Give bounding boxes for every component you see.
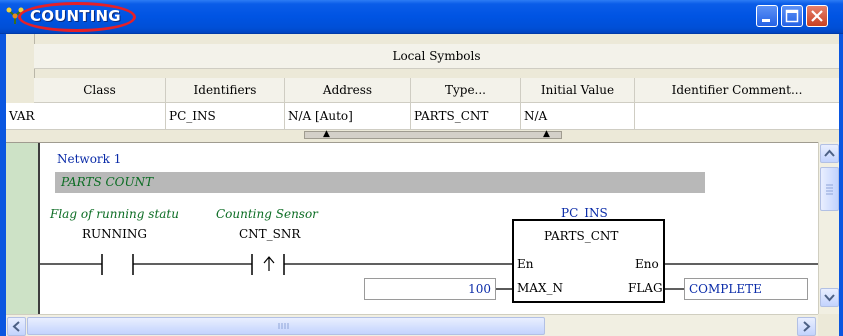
local-symbols-panel: Local Symbols Class Identifiers Address … (6, 34, 839, 142)
chevron-down-icon (824, 294, 835, 302)
cell-address[interactable]: N/A [Auto] (285, 103, 411, 129)
cell-identifier[interactable]: PC_INS (166, 103, 285, 129)
maximize-icon (785, 9, 799, 23)
max-n-value: 100 (468, 282, 491, 296)
vertical-scroll-thumb[interactable] (820, 167, 839, 211)
rising-edge-icon (263, 256, 275, 271)
table-row[interactable]: VAR PC_INS N/A [Auto] PARTS_CNT N/A (6, 103, 839, 130)
close-button[interactable] (806, 5, 828, 27)
flag-output-var: COMPLETE (689, 282, 762, 296)
vertical-scrollbar[interactable] (818, 142, 840, 314)
max-n-input-box[interactable]: 100 (364, 278, 496, 300)
minimize-button[interactable] (756, 5, 778, 27)
counting-app-icon (6, 7, 24, 24)
chevron-left-icon (12, 321, 20, 332)
scroll-left-button[interactable] (7, 317, 26, 336)
fb-instance-name[interactable]: PC_INS (561, 206, 608, 220)
window-frame-right (839, 34, 843, 336)
table-header-row: Class Identifiers Address Type... Initia… (34, 78, 839, 103)
column-header-identifier-comment[interactable]: Identifier Comment... (635, 78, 839, 102)
ladder-editor[interactable]: Network 1 PARTS COUNT Flag of running st… (6, 142, 818, 315)
window-title: COUNTING (30, 7, 121, 25)
local-symbols-title: Local Symbols (34, 44, 839, 69)
cell-class[interactable]: VAR (6, 103, 166, 129)
function-block-parts-cnt[interactable]: PARTS_CNT En Eno MAX_N FLAG (512, 219, 665, 303)
expand-up-icon[interactable]: ▲ (543, 129, 550, 139)
column-header-address[interactable]: Address (285, 78, 411, 102)
collapse-up-icon[interactable]: ▲ (323, 129, 330, 139)
column-header-initial-value[interactable]: Initial Value (521, 78, 635, 102)
column-header-type[interactable]: Type... (411, 78, 521, 102)
horizontal-scrollbar[interactable] (6, 314, 818, 336)
column-header-identifiers[interactable]: Identifiers (166, 78, 285, 102)
grip-icon (278, 323, 289, 329)
counting-window: COUNTING Local Symbols Class Identifiers… (0, 0, 843, 336)
column-header-class[interactable]: Class (34, 78, 166, 102)
fb-pin-eno: Eno (635, 257, 659, 271)
chevron-right-icon (803, 321, 811, 332)
scroll-down-button[interactable] (820, 288, 839, 307)
panel-splitter[interactable]: ▲ ▲ (304, 129, 562, 139)
chevron-up-icon (824, 149, 835, 157)
horizontal-scroll-thumb[interactable] (27, 317, 545, 335)
maximize-button[interactable] (781, 5, 803, 27)
cell-type[interactable]: PARTS_CNT (411, 103, 521, 129)
scroll-up-button[interactable] (820, 144, 839, 163)
cell-identifier-comment[interactable] (635, 103, 839, 129)
minimize-icon (762, 19, 770, 22)
grip-icon (826, 184, 833, 195)
scrollbar-corner (818, 314, 839, 336)
fb-type-name: PARTS_CNT (544, 229, 619, 243)
fb-pin-en: En (517, 257, 534, 271)
fb-pin-max-n: MAX_N (517, 281, 563, 295)
title-bar[interactable]: COUNTING (0, 0, 843, 34)
fb-pin-flag: FLAG (628, 281, 663, 295)
flag-output-box[interactable]: COMPLETE (684, 278, 808, 300)
cell-initial-value[interactable]: N/A (521, 103, 635, 129)
close-icon (811, 10, 823, 22)
scroll-right-button[interactable] (797, 317, 816, 336)
